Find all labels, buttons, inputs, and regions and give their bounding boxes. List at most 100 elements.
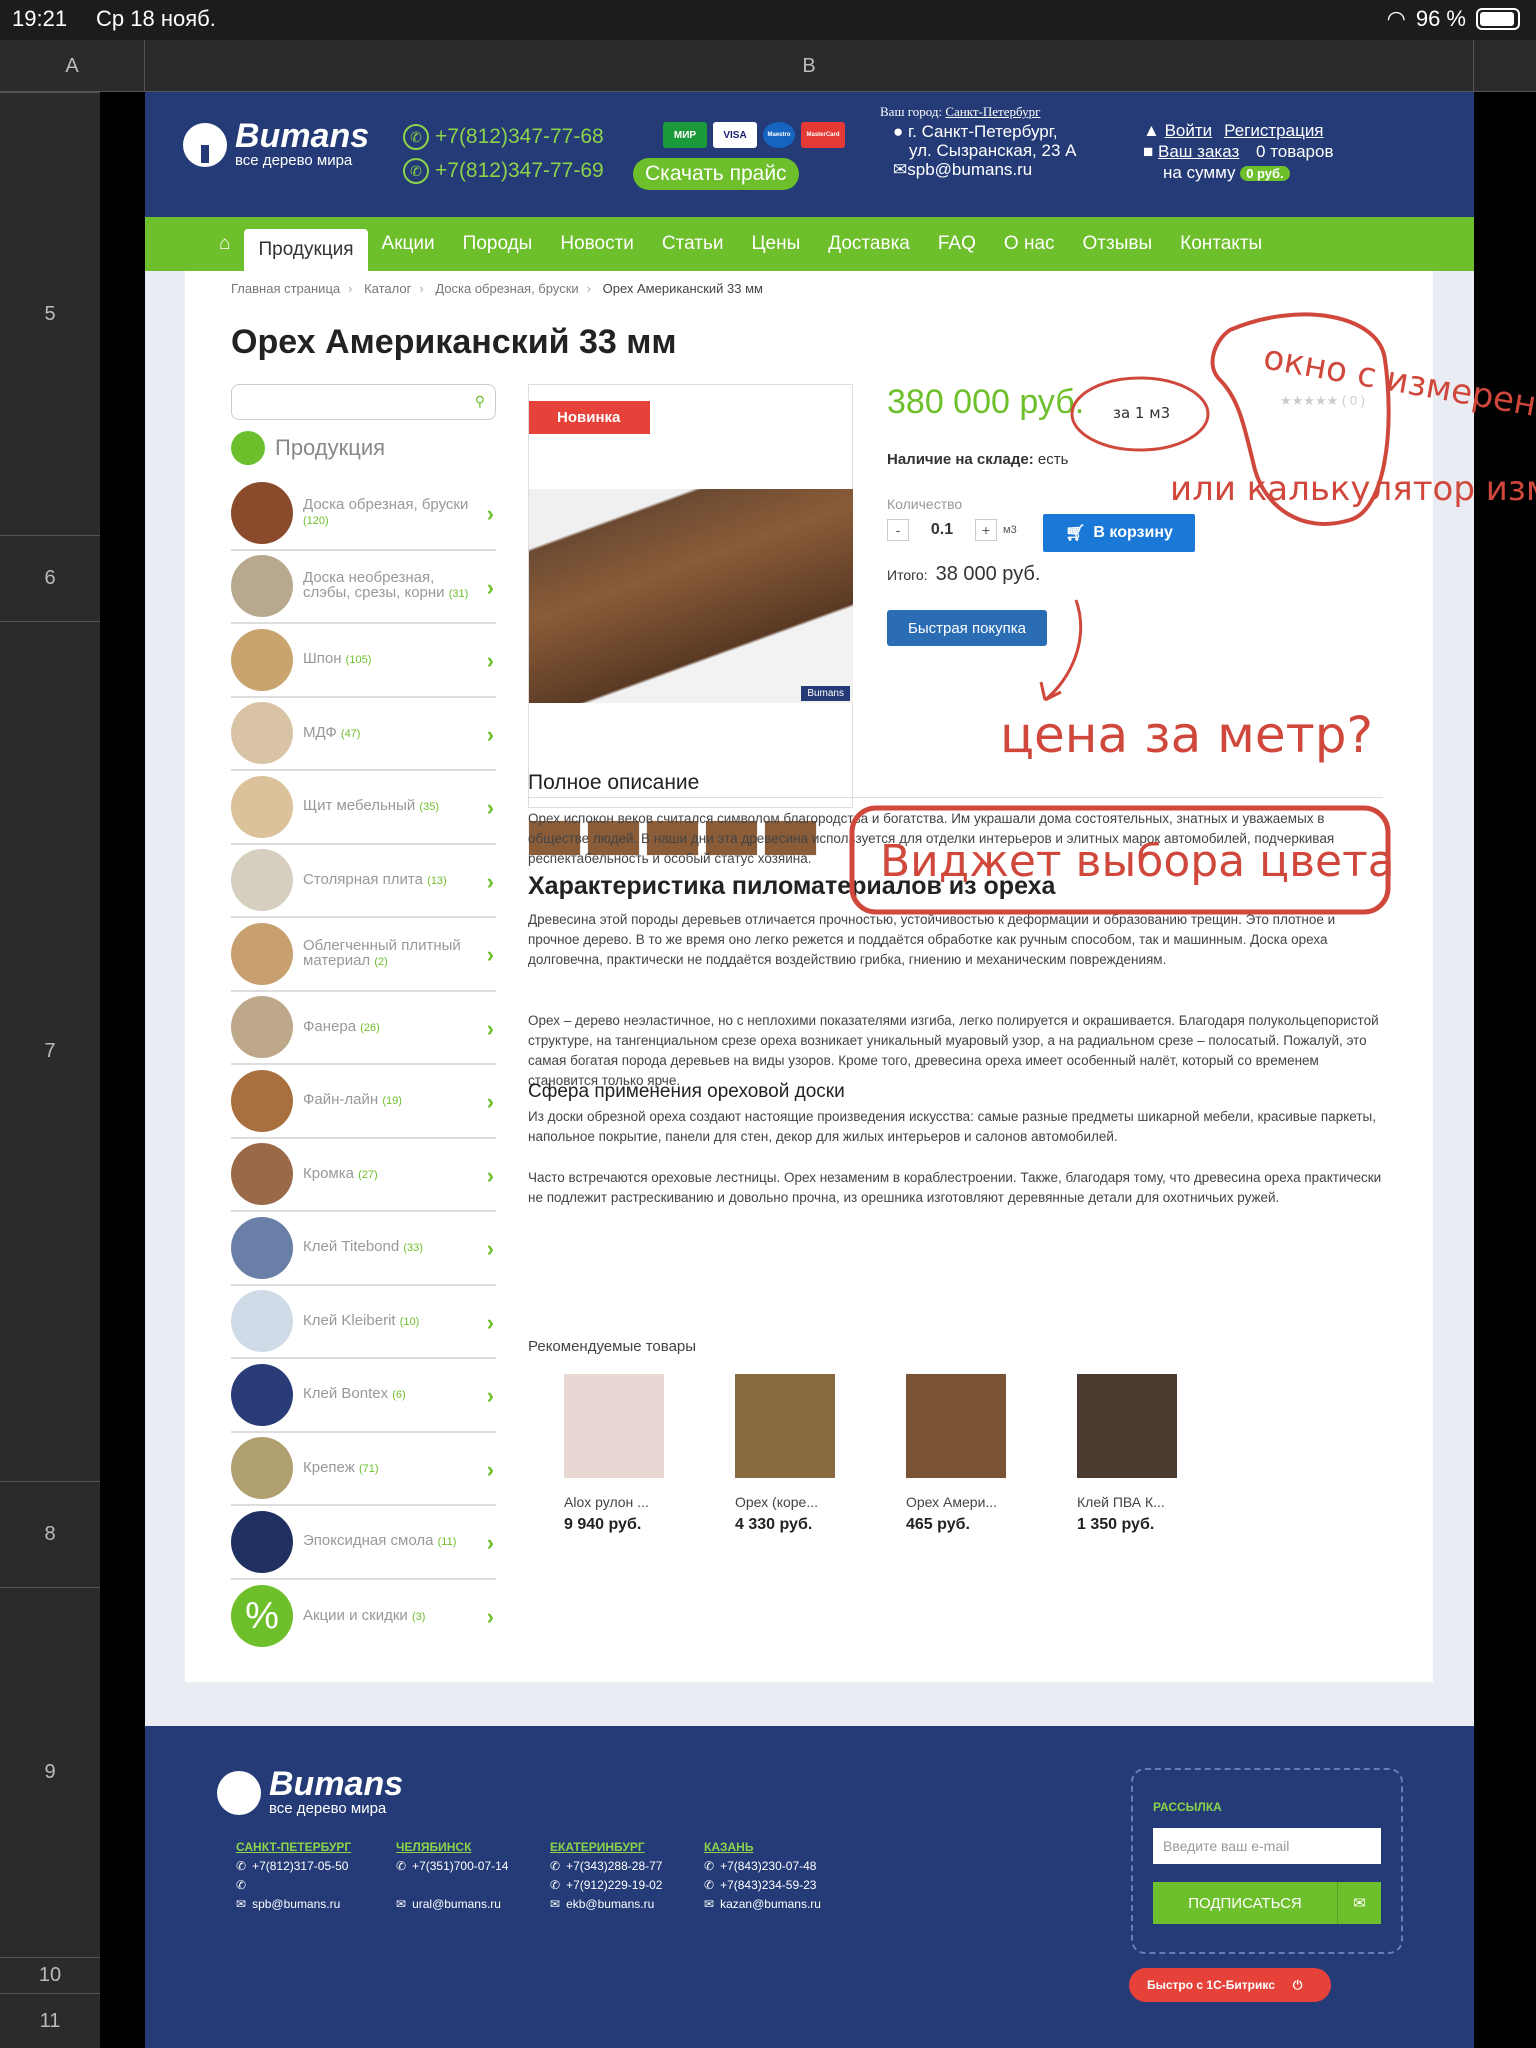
category-item[interactable]: Фанера (26) › <box>231 992 496 1065</box>
crumb-catalog[interactable]: Каталог <box>364 281 411 296</box>
recommended-item[interactable]: Орех (коре... 4 330 руб. <box>699 1374 835 1534</box>
category-list: Доска обрезная, бруски (120) › Доска необ… <box>231 477 496 1653</box>
category-item[interactable]: Облегченный плитный материал (2) › <box>231 918 496 992</box>
product-image[interactable]: Новинка Bumans <box>528 384 853 808</box>
category-item[interactable]: Доска обрезная, бруски (120) › <box>231 477 496 551</box>
order-link[interactable]: Ваш заказ <box>1158 142 1239 161</box>
rec-price: 1 350 руб. <box>1077 1516 1155 1533</box>
crumb-home[interactable]: Главная страница <box>231 281 340 296</box>
recommended-item[interactable]: Alox рулон ... 9 940 руб. <box>528 1374 664 1534</box>
category-item[interactable]: Эпоксидная смола (11) › <box>231 1506 496 1580</box>
add-to-cart-button[interactable]: 🛒︎ В корзину <box>1043 514 1195 552</box>
login-link[interactable]: Войти <box>1165 121 1213 140</box>
row-header-8[interactable]: 8 <box>0 1481 100 1587</box>
row-header-7[interactable]: 7 <box>0 621 100 1481</box>
footer-logo[interactable]: Bumans все дерево мира <box>217 1767 403 1817</box>
category-item[interactable]: Крепеж (71) › <box>231 1433 496 1506</box>
office-phone[interactable]: +7(343)288-28-77 <box>566 1857 662 1876</box>
office-phone[interactable]: +7(812)317-05-50 <box>252 1857 348 1876</box>
nav-prices[interactable]: Цены <box>737 217 814 271</box>
search-input[interactable]: ⚲ <box>231 384 496 420</box>
qty-minus-button[interactable]: - <box>887 519 909 541</box>
category-item[interactable]: Клей Bontex (6) › <box>231 1359 496 1433</box>
phone-2[interactable]: +7(812)347-77-69 <box>435 154 604 188</box>
city-link[interactable]: Санкт-Петербург <box>945 104 1040 119</box>
row-header-6[interactable]: 6 <box>0 535 100 621</box>
row-header-10[interactable]: 10 <box>0 1957 100 1993</box>
category-item[interactable]: Шпон (105) › <box>231 624 496 698</box>
chevron-right-icon: › <box>486 1309 494 1335</box>
category-item[interactable]: Столярная плита (13) › <box>231 845 496 918</box>
category-item[interactable]: % Акции и скидки (3) › <box>231 1580 496 1654</box>
nav-contacts[interactable]: Контакты <box>1166 217 1276 271</box>
phone-1[interactable]: +7(812)347-77-68 <box>435 120 604 154</box>
header-phones: ✆ +7(812)347-77-68 ✆ +7(812)347-77-69 <box>403 120 604 188</box>
description-title: Полное описание <box>528 771 700 794</box>
nav-products[interactable]: Продукция <box>244 229 368 271</box>
category-count: (26) <box>360 1021 380 1034</box>
search-icon[interactable]: ⚲ <box>475 393 485 410</box>
office-email[interactable]: spb@bumans.ru <box>252 1895 340 1914</box>
office-email[interactable]: ekb@bumans.ru <box>566 1895 654 1914</box>
office-phone[interactable]: +7(912)229-19-02 <box>566 1876 662 1895</box>
page-title: Орех Американский 33 мм <box>231 323 677 361</box>
nav-about[interactable]: О нас <box>990 217 1069 271</box>
row-header-11[interactable]: 11 <box>0 1993 100 2048</box>
category-label: Крепеж <box>303 1458 355 1476</box>
column-header-b[interactable]: B <box>145 40 1474 92</box>
subscribe-button[interactable]: ПОДПИСАТЬСЯ ✉ <box>1153 1882 1381 1924</box>
office-email[interactable]: ural@bumans.ru <box>412 1895 501 1914</box>
rating-stars[interactable]: ★★★★★ ( 0 ) <box>1280 393 1365 409</box>
office-email[interactable]: kazan@bumans.ru <box>720 1895 821 1914</box>
category-item[interactable]: Доска необрезная, слэбы, срезы, корни (3… <box>231 551 496 624</box>
office-phone[interactable]: +7(843)230-07-48 <box>720 1857 816 1876</box>
qty-plus-button[interactable]: + <box>975 519 997 541</box>
register-link[interactable]: Регистрация <box>1224 121 1323 140</box>
nav-species[interactable]: Породы <box>449 217 547 271</box>
nav-news[interactable]: Новости <box>546 217 648 271</box>
product-content: Главная страница › Каталог › Доска обрезна… <box>185 271 1433 1682</box>
header-email[interactable]: spb@bumans.ru <box>907 160 1032 179</box>
crumb-category[interactable]: Доска обрезная, бруски <box>435 281 578 296</box>
chevron-right-icon: › <box>486 942 494 967</box>
nav-articles[interactable]: Статьи <box>648 217 738 271</box>
rec-name: Орех (коре... <box>735 1494 819 1510</box>
catalog-heading: Продукция <box>231 431 385 465</box>
bitrix-label: Быстро с 1С-Битрикс <box>1147 1978 1275 1992</box>
category-item[interactable]: Клей Kleiberit (10) › <box>231 1286 496 1359</box>
category-item[interactable]: Клей Titebond (33) › <box>231 1212 496 1286</box>
quick-buy-button[interactable]: Быстрая покупка <box>887 610 1047 646</box>
nav-promos[interactable]: Акции <box>368 217 449 271</box>
date: Ср 18 нояб. <box>96 6 216 31</box>
nav-reviews[interactable]: Отзывы <box>1069 217 1167 271</box>
bitrix-badge[interactable]: Быстро с 1С-Битрикс ⏻ <box>1129 1968 1331 2002</box>
row-headers: 5 6 7 8 9 10 11 <box>0 92 100 2048</box>
site-logo[interactable]: Bumans все дерево мира <box>183 119 369 169</box>
recommended-item[interactable]: Орех Амери... 465 руб. <box>870 1374 1006 1534</box>
qty-input[interactable]: 0.1 <box>915 521 969 539</box>
category-item[interactable]: Щит мебельный (35) › <box>231 771 496 845</box>
ios-status-bar: 19:21 Ср 18 нояб. ◠ 96 % <box>0 0 1536 40</box>
home-icon[interactable]: ⌂ <box>205 217 244 271</box>
category-item[interactable]: МДФ (47) › <box>231 698 496 771</box>
newsletter-email-input[interactable]: Введите ваш e-mail <box>1153 1828 1381 1864</box>
main-nav: ⌂ Продукция Акции Породы Новости Статьи … <box>145 217 1474 271</box>
phone-icon: ✆ <box>550 1859 561 1873</box>
office-phone[interactable]: +7(351)700-07-14 <box>412 1857 508 1876</box>
column-header-a[interactable]: A <box>0 40 145 92</box>
office-phone[interactable]: +7(843)234-59-23 <box>720 1876 816 1895</box>
chevron-right-icon: › <box>486 1383 494 1408</box>
new-badge: Новинка <box>529 401 651 434</box>
row-header-9[interactable]: 9 <box>0 1587 100 1957</box>
category-item[interactable]: Файн-лайн (19) › <box>231 1065 496 1139</box>
recommended-item[interactable]: Клей ПВА К... 1 350 руб. <box>1041 1374 1177 1534</box>
category-item[interactable]: Кромка (27) › <box>231 1139 496 1212</box>
row-header-5[interactable]: 5 <box>0 92 100 535</box>
nav-delivery[interactable]: Доставка <box>814 217 924 271</box>
category-label: Эпоксидная смола <box>303 1532 434 1550</box>
download-price-button[interactable]: Скачать прайс <box>633 158 799 190</box>
city-selector[interactable]: Ваш город: Санкт-Петербург <box>880 104 1040 120</box>
category-count: (11) <box>437 1536 457 1549</box>
category-thumb <box>231 922 293 985</box>
nav-faq[interactable]: FAQ <box>924 217 990 271</box>
